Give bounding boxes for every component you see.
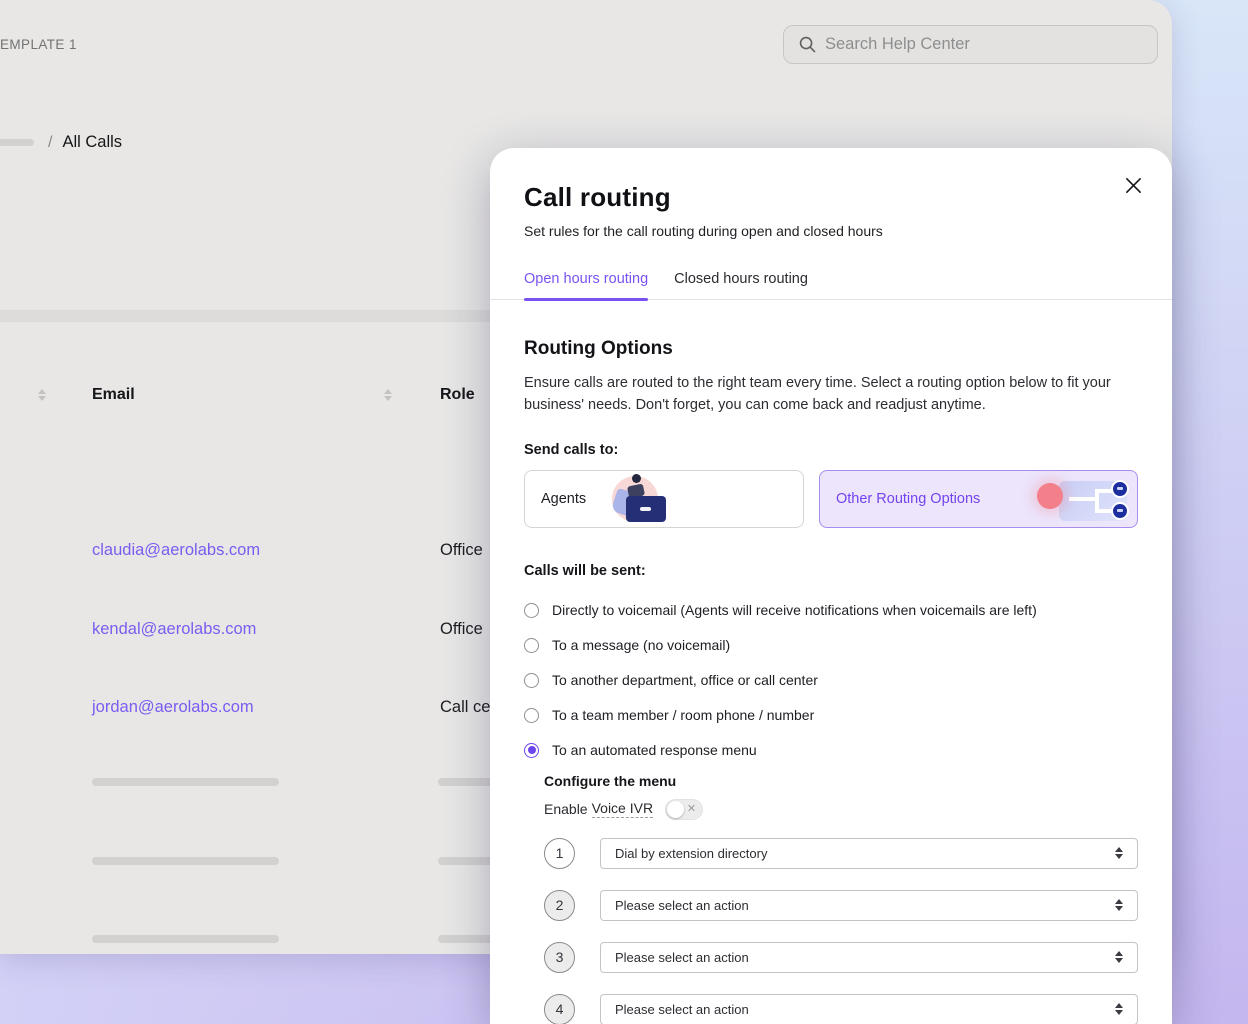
radio-icon	[524, 743, 539, 758]
radio-icon	[524, 603, 539, 618]
template-label: EMPLATE 1	[0, 37, 77, 52]
radio-icon	[524, 638, 539, 653]
modal-title: Call routing	[524, 182, 1138, 213]
send-calls-label: Send calls to:	[524, 442, 1138, 458]
sort-icon[interactable]	[384, 389, 392, 401]
toggle-knob	[667, 801, 684, 818]
search-icon	[798, 35, 817, 54]
tab-closed-hours-routing[interactable]: Closed hours routing	[674, 265, 808, 299]
step-number-badge: 4	[544, 994, 575, 1024]
select-arrows-icon	[1115, 1003, 1123, 1015]
ivr-row-2: 2 Please select an action	[544, 890, 1138, 921]
close-icon[interactable]	[1120, 172, 1146, 198]
radio-to-a-message[interactable]: To a message (no voicemail)	[524, 628, 1138, 663]
ivr-action-select-3[interactable]: Please select an action	[600, 942, 1138, 973]
role-cell: Call ce	[440, 698, 490, 717]
call-routing-modal: Call routing Set rules for the call rout…	[490, 148, 1172, 1024]
radio-team-member[interactable]: To a team member / room phone / number	[524, 698, 1138, 733]
ivr-row-3: 3 Please select an action	[544, 942, 1138, 973]
column-header-role[interactable]: Role	[440, 386, 475, 404]
agents-illustration-icon	[606, 472, 668, 526]
step-number-badge: 1	[544, 838, 575, 869]
step-number-badge: 3	[544, 942, 575, 973]
configure-menu-heading: Configure the menu	[544, 773, 1138, 789]
ivr-row-1: 1 Dial by extension directory	[544, 838, 1138, 869]
breadcrumb-current: All Calls	[62, 133, 122, 152]
role-cell: Office	[440, 541, 483, 560]
voice-ivr-toggle[interactable]: ✕	[665, 799, 703, 820]
select-arrows-icon	[1115, 951, 1123, 963]
skeleton-bar	[92, 857, 279, 865]
ivr-action-select-4[interactable]: Please select an action	[600, 994, 1138, 1024]
voice-ivr-term: Voice IVR	[592, 800, 653, 818]
role-cell: Office	[440, 620, 483, 639]
select-arrows-icon	[1115, 899, 1123, 911]
destination-radio-group: Directly to voicemail (Agents will recei…	[524, 593, 1138, 768]
email-link[interactable]: jordan@aerolabs.com	[92, 698, 254, 717]
breadcrumb-separator: /	[48, 134, 52, 152]
ivr-menu-rows: 1 Dial by extension directory 2 Please s…	[544, 838, 1138, 1024]
radio-icon	[524, 673, 539, 688]
calls-will-be-sent-label: Calls will be sent:	[524, 563, 1138, 579]
ivr-action-select-2[interactable]: Please select an action	[600, 890, 1138, 921]
search-help-center[interactable]	[783, 25, 1158, 64]
toggle-off-icon: ✕	[687, 802, 696, 815]
ivr-action-select-1[interactable]: Dial by extension directory	[600, 838, 1138, 869]
radio-automated-response-menu[interactable]: To an automated response menu	[524, 733, 1138, 768]
step-number-badge: 2	[544, 890, 575, 921]
agents-card[interactable]: Agents	[524, 470, 804, 528]
routing-options-heading: Routing Options	[524, 338, 1138, 360]
routing-tabs: Open hours routing Closed hours routing	[490, 265, 1172, 300]
radio-icon	[524, 708, 539, 723]
tab-open-hours-routing[interactable]: Open hours routing	[524, 265, 648, 299]
skeleton-bar	[92, 935, 279, 943]
enable-voice-ivr-row: Enable Voice IVR ✕	[544, 799, 1138, 820]
column-header-email[interactable]: Email	[92, 386, 135, 404]
email-link[interactable]: claudia@aerolabs.com	[92, 541, 260, 560]
routing-option-cards: Agents Other Routing Options	[524, 470, 1138, 528]
modal-subtitle: Set rules for the call routing during op…	[524, 223, 1138, 239]
radio-another-department[interactable]: To another department, office or call ce…	[524, 663, 1138, 698]
breadcrumb: / All Calls	[0, 133, 122, 152]
agents-card-label: Agents	[541, 491, 586, 507]
select-arrows-icon	[1115, 847, 1123, 859]
radio-directly-to-voicemail[interactable]: Directly to voicemail (Agents will recei…	[524, 593, 1138, 628]
search-input[interactable]	[825, 35, 1143, 54]
routing-tree-illustration-icon	[1035, 475, 1131, 525]
routing-options-description: Ensure calls are routed to the right tea…	[524, 372, 1120, 417]
sort-icon[interactable]	[38, 389, 46, 401]
other-routing-options-label: Other Routing Options	[836, 491, 980, 507]
configure-menu-section: Configure the menu Enable Voice IVR ✕ 1 …	[544, 773, 1138, 1024]
breadcrumb-skeleton	[0, 139, 34, 146]
ivr-row-4: 4 Please select an action	[544, 994, 1138, 1024]
email-link[interactable]: kendal@aerolabs.com	[92, 620, 256, 639]
enable-label: Enable	[544, 801, 588, 817]
skeleton-bar	[92, 778, 279, 786]
other-routing-options-card[interactable]: Other Routing Options	[819, 470, 1138, 528]
